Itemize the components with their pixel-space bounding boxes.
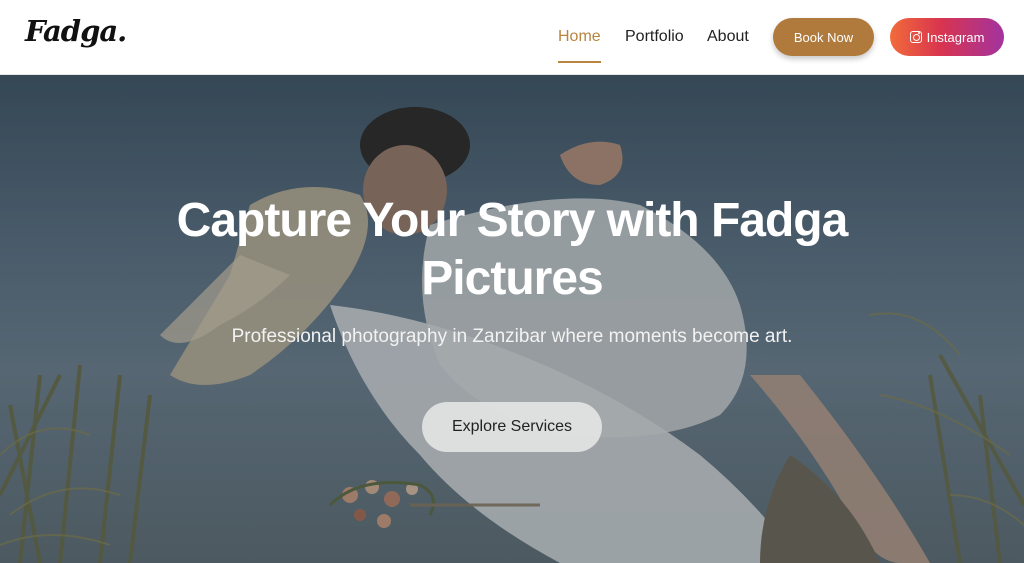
book-now-label: Book Now [793, 29, 854, 45]
hero-section: Capture Your Story with Fadga Pictures P… [0, 75, 1024, 563]
explore-services-button[interactable]: Explore Services [422, 402, 602, 452]
logo[interactable]: Fadga. [25, 14, 127, 48]
book-now-button[interactable]: Book Now [773, 18, 874, 56]
instagram-button[interactable]: Instagram [890, 18, 1004, 56]
site-header: Fadga. Home Portfolio About Book Now Ins… [0, 0, 1024, 75]
explore-services-label: Explore Services [451, 418, 573, 435]
hero-title-line-1: Capture Your Story with Fadga [176, 194, 849, 247]
nav-home[interactable]: Home [558, 27, 601, 47]
nav-about[interactable]: About [707, 27, 749, 47]
active-nav-indicator [558, 61, 601, 63]
nav-portfolio[interactable]: Portfolio [625, 27, 684, 47]
hero-subtitle: Professional photography in Zanzibar whe… [231, 326, 793, 347]
hero-title: Capture Your Story with Fadga Pictures [112, 192, 912, 308]
hero-overlay [0, 75, 1024, 563]
instagram-icon [909, 31, 922, 43]
hero-title-line-2: Pictures [421, 252, 603, 305]
instagram-label: Instagram [926, 29, 985, 45]
